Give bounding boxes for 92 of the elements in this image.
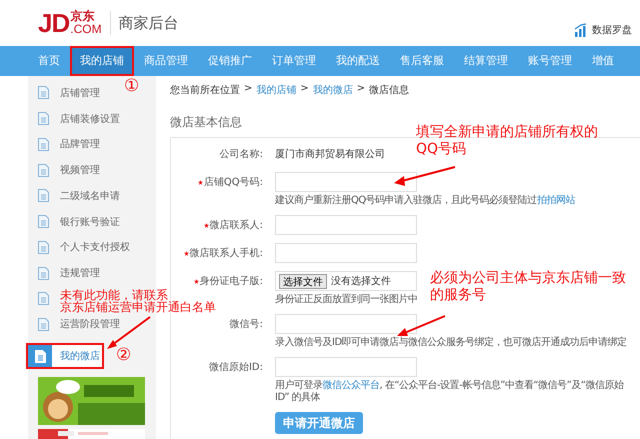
nav-tab[interactable]: 我的店铺 — [70, 46, 134, 76]
nav-tab[interactable]: 首页 — [28, 46, 70, 76]
sidebar-item[interactable]: 二级域名申请 — [28, 182, 124, 209]
annotation-note: 京东店铺运营申请开通白名单 — [60, 301, 216, 313]
logo-latin: JD — [38, 8, 70, 38]
sidebar-item[interactable]: 个人卡支付授权 — [28, 234, 134, 260]
sidebar-label: 运营阶段管理 — [60, 318, 120, 332]
hint-link[interactable]: 微信公众平台 — [322, 380, 380, 391]
sidebar-label: 视频管理 — [60, 164, 100, 178]
breadcrumb-text: 您当前所在位置 — [170, 84, 240, 97]
document-icon — [38, 318, 48, 331]
required-icon — [184, 250, 189, 256]
field-label: 微店联系人手机: — [190, 246, 263, 260]
field-label: 身份证电子版: — [200, 274, 263, 288]
field-label: 公司名称: — [220, 148, 263, 161]
sidebar-item[interactable]: 品牌管理 — [28, 131, 104, 158]
breadcrumb-separator: > — [356, 83, 366, 96]
sidebar-item[interactable]: 我的微店 — [26, 343, 104, 370]
annotation-note: QQ号码 — [416, 140, 466, 158]
sidebar-label: 违规管理 — [60, 266, 100, 280]
document-icon — [38, 138, 48, 151]
field-label: 店铺QQ号码: — [204, 176, 263, 189]
field-value: 厦门市商邦贸易有限公司 — [275, 148, 385, 161]
breadcrumb-link[interactable]: 我的微店 — [312, 83, 353, 97]
nav-tab[interactable]: 售后客服 — [390, 46, 454, 76]
annotation-note: 填写全新申请的店铺所有权的 — [416, 124, 598, 141]
hint-text: 建议商户重新注册QQ号码申请入驻微店，且此号码必须登陆过拍拍网站 — [275, 195, 575, 207]
required-icon — [198, 180, 203, 184]
annotation-note: 的服务号 — [430, 286, 486, 304]
field-label: 微信号: — [230, 318, 263, 331]
submit-button[interactable]: 申请开通微店 — [275, 412, 363, 434]
nav-tab[interactable]: 我的配送 — [326, 46, 390, 76]
annotation-arrow — [394, 166, 456, 186]
document-icon — [34, 350, 46, 363]
nav-tab[interactable]: 结算管理 — [454, 46, 518, 76]
file-status: 没有选择文件 — [331, 274, 391, 288]
sidebar-label: 店铺管理 — [60, 86, 100, 100]
sidebar-item[interactable]: 店铺管理 — [28, 80, 104, 106]
sidebar-item[interactable]: 店铺装修设置 — [28, 106, 124, 132]
logo-domain: .COM — [70, 22, 102, 36]
breadcrumb-text: 微店信息 — [369, 84, 410, 97]
document-icon — [38, 86, 48, 100]
nav-tab[interactable]: 订单管理 — [262, 46, 326, 76]
sidebar-item[interactable]: 银行账号验证 — [28, 208, 124, 234]
hint-text: 用户可登录微信公众平台, 在“公众平台-设置-帐号信息”中查看“微信号”及“微信原始ID” 的具体 — [275, 380, 625, 404]
input-field[interactable] — [275, 357, 417, 377]
file-field[interactable]: 选择文件 没有选择文件 — [275, 271, 417, 291]
sidebar-item[interactable]: 视频管理 — [28, 157, 104, 183]
step-marker: ② — [116, 347, 132, 364]
sidebar-label: 个人卡支付授权 — [60, 240, 130, 254]
input-field[interactable] — [275, 243, 417, 263]
document-icon — [38, 266, 48, 280]
required-icon — [204, 222, 209, 228]
breadcrumb-separator: > — [244, 83, 252, 96]
document-icon — [38, 164, 48, 177]
annotation-note: 必须为公司主体与京东店铺一致 — [430, 270, 626, 287]
site-title: 商家后台 — [118, 14, 179, 32]
sidebar-label: 我的微店 — [60, 350, 100, 364]
annotation-note: 未有此功能，请联系 — [60, 289, 168, 301]
document-icon — [38, 215, 48, 228]
nav-tab[interactable]: 账号管理 — [518, 46, 582, 76]
input-field[interactable] — [275, 215, 417, 235]
nav-tab[interactable]: 增值 — [582, 46, 624, 76]
field-label: 微店联系人: — [210, 218, 263, 232]
nav-tab[interactable]: 商品管理 — [134, 46, 198, 76]
input-field[interactable] — [275, 314, 417, 334]
sidebar-label: 店铺装修设置 — [60, 112, 120, 126]
breadcrumb-separator: > — [300, 83, 309, 96]
sidebar-item[interactable]: 运营阶段管理 — [28, 312, 124, 338]
required-icon — [194, 278, 199, 284]
hint-link[interactable]: 拍拍网站 — [536, 195, 575, 206]
hint-text: 录入微信号及ID即可申请微店与微信公众服务号绑定，也可微店开通成功后申请绑定 — [275, 337, 627, 349]
sidebar-label: 品牌管理 — [60, 138, 100, 152]
breadcrumb-link[interactable]: 我的店铺 — [256, 83, 296, 97]
document-icon — [38, 189, 48, 202]
logo-cn: 京东 — [70, 10, 96, 22]
sidebar-label: 银行账号验证 — [60, 216, 120, 229]
input-field[interactable] — [275, 172, 417, 192]
hint-text: 身份证正反面放置到同一张图片中 — [275, 294, 418, 306]
annotation-arrow — [397, 315, 446, 336]
document-icon — [38, 292, 48, 306]
field-label: 微信原始ID: — [208, 361, 263, 374]
sidebar-item[interactable]: 违规管理 — [28, 260, 104, 286]
step-marker: ① — [124, 78, 140, 95]
nav-tab[interactable]: 促销推广 — [198, 46, 262, 76]
chart-icon[interactable] — [574, 23, 588, 37]
sidebar-label: 二级域名申请 — [60, 190, 120, 203]
section-title: 微店基本信息 — [170, 114, 242, 131]
data-compass-link[interactable]: 数据罗盘 — [592, 23, 632, 37]
choose-file-button[interactable]: 选择文件 — [279, 274, 327, 288]
document-icon — [38, 112, 48, 126]
document-icon — [38, 240, 48, 254]
